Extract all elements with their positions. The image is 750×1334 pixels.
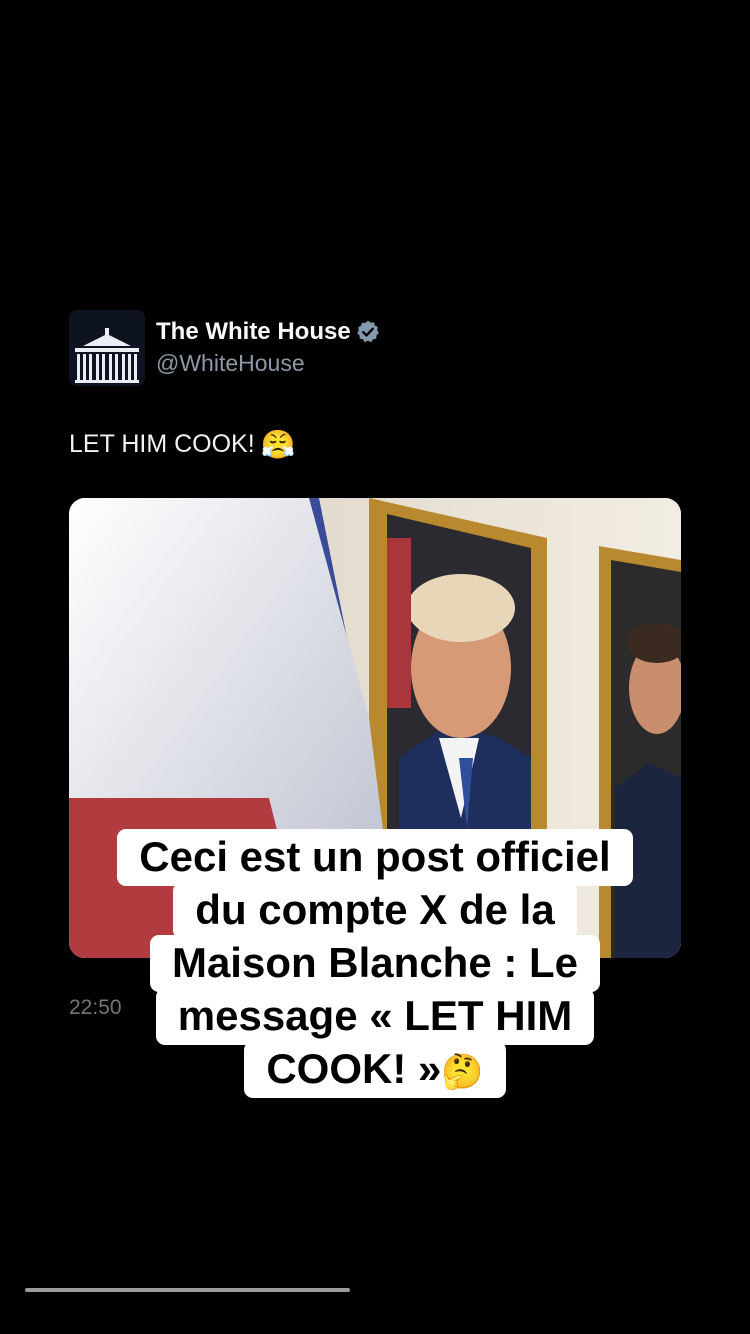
steam-face-emoji: 😤 [260,428,296,461]
caption-line-5-text: COOK! » [266,1045,442,1092]
author-name[interactable]: The White House [156,318,351,346]
caption-line-1: Ceci est un post officiel [117,829,633,886]
post-text: LET HIM COOK! [69,430,255,458]
caption-line-3: Maison Blanche : Le [149,935,601,992]
white-house-logo-icon [69,310,145,386]
post-header: The White House @WhiteHouse [69,310,681,386]
post-card: The White House @WhiteHouse LET HIM COOK… [69,310,681,1019]
author-handle[interactable]: @WhiteHouse [156,350,305,377]
caption-line-2: du compte X de la [173,882,577,939]
avatar[interactable] [69,310,145,386]
author-name-row[interactable]: The White House [156,318,381,346]
post-text-row: LET HIM COOK! 😤 [69,428,296,461]
caption-line-5: COOK! »🤔 [244,1041,506,1098]
video-caption: Ceci est un post officiel du compte X de… [0,829,750,1098]
verified-badge-icon [355,319,381,345]
caption-line-4: message « LET HIM [155,988,595,1045]
video-progress-bar[interactable] [25,1288,350,1292]
thinking-face-emoji: 🤔 [441,1052,484,1092]
